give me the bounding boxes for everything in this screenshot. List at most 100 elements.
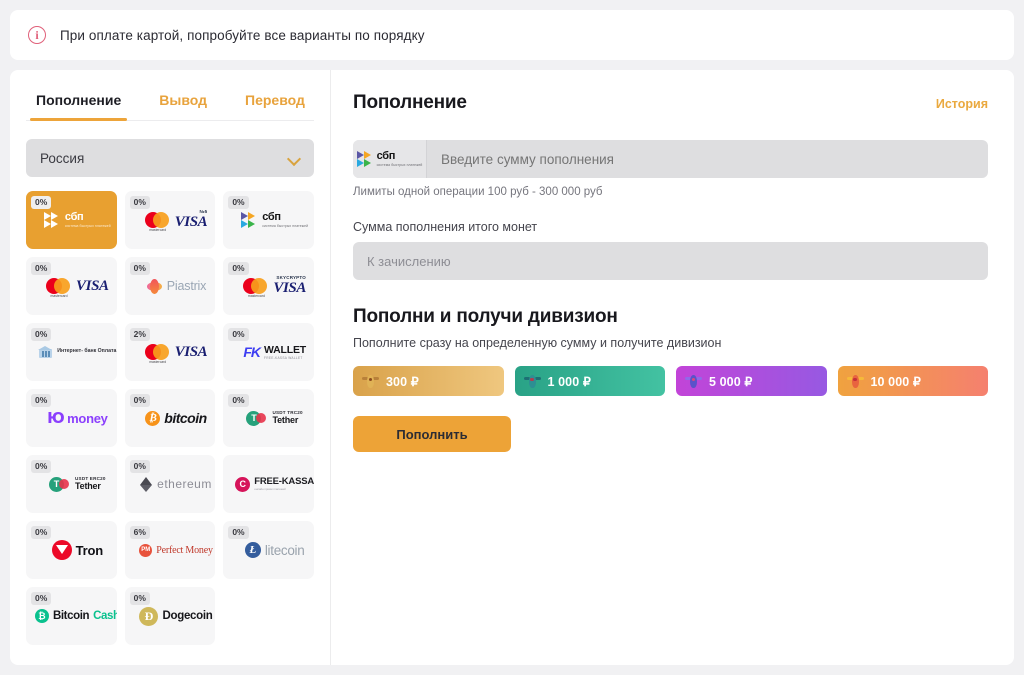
division-rank-icon: [847, 373, 864, 390]
payment-method-usdt-erc20[interactable]: 0% T USDT ERC20 Tether: [26, 455, 117, 513]
logo-subtitle: система быстрых платежей: [262, 225, 308, 228]
payment-method-yoomoney[interactable]: 0% Ю money: [26, 389, 117, 447]
sbp-color-logo: сбп система быстрых платежей: [241, 212, 308, 229]
payment-method-sbp-orange[interactable]: 0% сбп система быстрых платежей: [26, 191, 117, 249]
fee-badge: 2%: [130, 328, 150, 341]
fee-badge: 0%: [130, 262, 150, 275]
payment-method-mastercard-visa-2[interactable]: 0% mastercard VISA: [26, 257, 117, 315]
logo-title: Piastrix: [167, 279, 206, 293]
tether-icon: T: [49, 477, 71, 492]
division-option-300[interactable]: 300 ₽: [353, 366, 504, 396]
fee-badge: 0%: [228, 394, 248, 407]
mastercard-icon: mastercard: [145, 344, 171, 361]
division-option-label: 5 000 ₽: [709, 374, 752, 389]
sbp-white-logo: сбп система быстрых платежей: [44, 212, 111, 229]
total-coins-value: К зачислению: [353, 242, 988, 280]
fee-badge: 0%: [31, 262, 51, 275]
division-option-label: 10 000 ₽: [871, 374, 921, 389]
payment-method-sbp-color[interactable]: 0% сбп система быстрых платежей: [223, 191, 314, 249]
division-option-label: 1 000 ₽: [548, 374, 591, 389]
fee-badge: 0%: [228, 196, 248, 209]
logo-title: Perfect Money: [156, 545, 213, 556]
tab-deposit[interactable]: Пополнение: [34, 86, 123, 120]
payment-method-usdt-trc20[interactable]: 0% T USDT TRC20 Tether: [223, 389, 314, 447]
payment-method-perfect-money[interactable]: 6% PM Perfect Money: [125, 521, 216, 579]
bitcoin-cash-logo: ₿ BitcoinCash: [35, 609, 117, 623]
page-root: i При оплате картой, попробуйте все вари…: [0, 0, 1024, 675]
deposit-amount-input[interactable]: [427, 152, 988, 167]
ethereum-logo: ethereum: [140, 476, 212, 493]
logo-subtitle: FREE-KASSA WALLET: [264, 356, 306, 360]
division-section-subtitle: Пополните сразу на определенную сумму и …: [353, 336, 988, 350]
payment-method-skycrypto-visa[interactable]: 0% mastercard SKYCRYPTO VISA: [223, 257, 314, 315]
payment-method-tron[interactable]: 0% Tron: [26, 521, 117, 579]
fee-badge: 0%: [130, 394, 150, 407]
fee-badge: 0%: [31, 460, 51, 473]
logo-title: Интернет- банк Оплата: [57, 348, 116, 355]
litecoin-logo: Ł litecoin: [245, 542, 305, 558]
info-banner-text: При оплате картой, попробуйте все вариан…: [60, 28, 425, 43]
mastercard-icon: mastercard: [46, 278, 72, 295]
yoomoney-logo: Ю money: [47, 409, 108, 427]
payment-method-fk-wallet[interactable]: 0% FK WALLET FREE-KASSA WALLET: [223, 323, 314, 381]
logo-title: Tether: [272, 415, 302, 425]
division-option-label: 300 ₽: [386, 374, 419, 389]
payment-method-bitcoin-cash[interactable]: 0% ₿ BitcoinCash: [26, 587, 117, 645]
division-option-10000[interactable]: 10 000 ₽: [838, 366, 989, 396]
country-select[interactable]: Россия: [26, 139, 314, 177]
info-banner: i При оплате картой, попробуйте все вари…: [10, 10, 1014, 60]
visa-icon: VISA: [175, 214, 208, 231]
sbp-icon: [241, 212, 258, 229]
visa-icon: VISA: [76, 278, 109, 295]
panel-header: Пополнение История: [353, 92, 988, 114]
payment-method-mastercard-visa-1[interactable]: 0% mastercard №5 VISA: [125, 191, 216, 249]
logo-title: Tether: [75, 481, 106, 491]
tron-logo: Tron: [52, 540, 103, 560]
division-rank-icon: [685, 373, 702, 390]
history-link[interactable]: История: [936, 97, 988, 111]
bitcoin-cash-icon: ₿: [35, 609, 49, 623]
fee-badge: 0%: [130, 460, 150, 473]
division-option-1000[interactable]: 1 000 ₽: [515, 366, 666, 396]
amount-input-row: сбп система быстрых платежей: [353, 140, 988, 178]
perfect-money-icon: PM: [139, 544, 152, 557]
sbp-icon: [357, 151, 374, 168]
yoomoney-icon: Ю: [47, 409, 63, 427]
mastercard-icon: mastercard: [243, 278, 269, 295]
mastercard-visa-logo: mastercard SKYCRYPTO VISA: [243, 275, 306, 297]
logo-title: сбп: [377, 151, 423, 162]
mastercard-visa-logo: mastercard №5 VISA: [145, 209, 208, 231]
visa-icon: VISA: [175, 344, 208, 361]
bitcoin-icon: ₿: [145, 411, 160, 426]
dogecoin-logo: Ð Dogecoin: [139, 607, 212, 626]
dogecoin-icon: Ð: [139, 607, 158, 626]
fk-wallet-logo: FK WALLET FREE-KASSA WALLET: [243, 344, 306, 360]
logo-title: Bitcoin: [53, 610, 89, 622]
total-coins-label: Сумма пополнения итого монет: [353, 220, 988, 234]
division-option-5000[interactable]: 5 000 ₽: [676, 366, 827, 396]
payment-method-ethereum[interactable]: 0% ethereum: [125, 455, 216, 513]
sbp-icon: [44, 212, 61, 229]
payment-method-piastrix[interactable]: 0% Piastrix: [125, 257, 216, 315]
tether-logo: T USDT TRC20 Tether: [246, 410, 302, 426]
submit-deposit-button[interactable]: Пополнить: [353, 416, 511, 452]
payment-method-litecoin[interactable]: 0% Ł litecoin: [223, 521, 314, 579]
tether-icon: T: [246, 411, 268, 426]
tab-transfer[interactable]: Перевод: [243, 86, 307, 120]
fee-badge: 0%: [31, 328, 51, 341]
logo-title: Tron: [76, 543, 103, 558]
payment-sidebar: Пополнение Вывод Перевод Россия 0% сбп с…: [10, 70, 331, 665]
fee-badge: 0%: [130, 196, 150, 209]
bank-icon: [38, 344, 53, 360]
payment-method-dogecoin[interactable]: 0% Ð Dogecoin: [125, 587, 216, 645]
piastrix-icon: [146, 278, 163, 295]
fee-badge: 0%: [228, 526, 248, 539]
payment-method-mastercard-visa-3[interactable]: 2% mastercard VISA: [125, 323, 216, 381]
payment-method-free-kassa[interactable]: C FREE-KASSA онлайн приём платежей: [223, 455, 314, 513]
payment-method-bitcoin[interactable]: 0% ₿ bitcoin: [125, 389, 216, 447]
payment-method-internet-bank[interactable]: 0% Интернет- банк Оплата: [26, 323, 117, 381]
tab-withdraw[interactable]: Вывод: [157, 86, 209, 120]
fk-icon: FK: [243, 344, 260, 360]
fee-badge: 0%: [31, 526, 51, 539]
content-card: Пополнение Вывод Перевод Россия 0% сбп с…: [10, 70, 1014, 665]
